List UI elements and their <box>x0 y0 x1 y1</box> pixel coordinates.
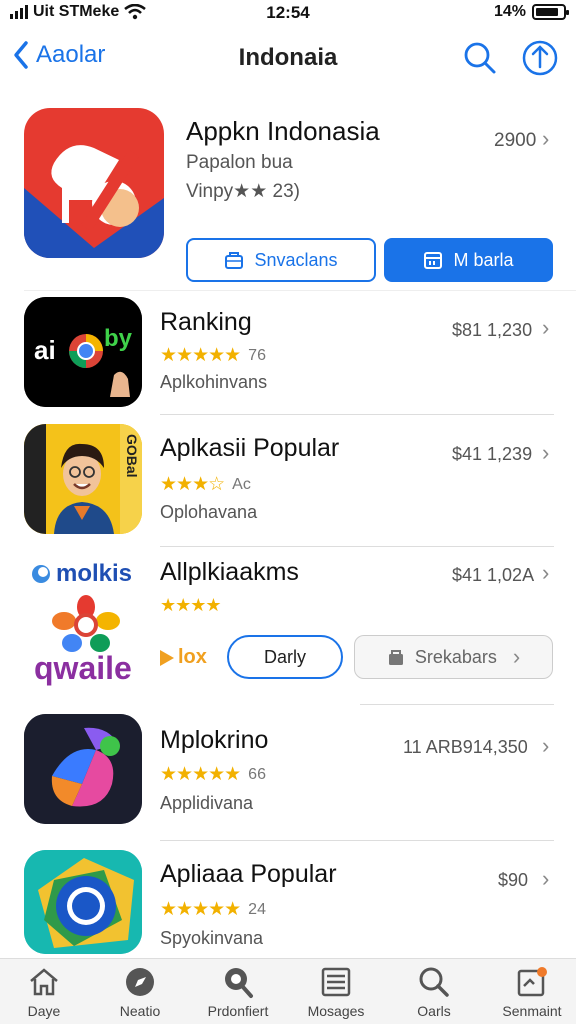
featured-app-title[interactable]: Appkn Indonasia <box>186 116 380 147</box>
app-title[interactable]: Apliaaa Popular <box>160 860 337 889</box>
featured-app-price: 2900 <box>494 130 537 151</box>
rating-count: 76 <box>248 346 266 364</box>
featured-primary-button[interactable]: M barla <box>384 238 553 282</box>
tab-label: Prdonfiert <box>207 1003 269 1019</box>
app-title[interactable]: Allplkiaakms <box>160 558 299 587</box>
app-subtitle: Aplkohinvans <box>160 372 268 392</box>
app-price: $41 1,239 <box>452 444 533 464</box>
tab-label: Daye <box>27 1003 61 1019</box>
app-rating: ★★★★★ 24 <box>160 898 266 921</box>
app-title[interactable]: Mplokrino <box>160 726 268 755</box>
battery-icon <box>532 4 569 20</box>
chevron-right-icon[interactable]: › <box>542 126 549 152</box>
app-rating: ★★★★★ 66 <box>160 763 266 786</box>
star-rating: ★★★★★ <box>160 899 241 920</box>
chevron-right-icon[interactable]: › <box>542 866 549 892</box>
search-icon[interactable] <box>462 40 498 76</box>
app-subtitle: Oplohavana <box>160 502 258 522</box>
search-badge-icon <box>225 968 253 998</box>
play-icon <box>160 649 174 666</box>
tab-neatio[interactable]: Neatio <box>92 965 188 1019</box>
app-price: $90 <box>498 870 529 890</box>
tab-prdonfiert[interactable]: Prdonfiert <box>190 965 286 1019</box>
nav-bar: Aaolar Indonaia <box>0 32 576 88</box>
tab-label: Mosages <box>307 1003 365 1019</box>
tab-mosages[interactable]: Mosages <box>288 965 384 1019</box>
app-icon-text-2: qwaile <box>34 650 132 686</box>
battery-percent: 14% <box>493 3 526 20</box>
app-rating: ★★★★ <box>160 595 222 616</box>
tab-label: Neatio <box>119 1003 161 1019</box>
star-rating: ★★★★★ <box>160 764 241 785</box>
app-grey-label: Srekabars <box>414 646 497 667</box>
tab-label: Oarls <box>417 1003 451 1019</box>
app-title[interactable]: Aplkasii Popular <box>160 434 339 463</box>
calendar-icon <box>424 252 443 269</box>
promo-tag: lox <box>160 646 207 669</box>
search-icon <box>419 967 449 997</box>
bag-icon <box>388 650 403 665</box>
app-subtitle: Applidivana <box>160 793 254 813</box>
app-grey-button[interactable]: Srekabars › <box>354 635 553 679</box>
chevron-right-icon[interactable]: › <box>542 560 549 586</box>
app-title[interactable]: Ranking <box>160 308 252 337</box>
tab-bar: Daye Neatio Prdonfiert Mosages Oarls Sen… <box>0 958 576 1024</box>
chevron-right-icon[interactable]: › <box>542 733 549 759</box>
battery-group: 14% <box>493 3 569 21</box>
app-icon-ranking[interactable]: ai by <box>24 297 142 407</box>
app-icon-popular[interactable]: GOBal <box>24 424 142 534</box>
divider <box>160 414 554 415</box>
tab-label: Senmaint <box>502 1003 562 1019</box>
app-icon-text: GOBal <box>124 434 140 478</box>
featured-secondary-label: Snvaclans <box>254 249 338 270</box>
app-logo-molkis[interactable]: molkis <box>30 560 132 588</box>
flower-icon <box>52 595 120 652</box>
featured-app-icon[interactable] <box>24 108 164 258</box>
featured-secondary-button[interactable]: Snvaclans <box>186 238 376 282</box>
app-icon-text: ai <box>34 335 56 365</box>
rating-count: 24 <box>248 900 266 918</box>
bag-icon <box>225 252 244 269</box>
app-rating: ★★★☆ Ac <box>160 473 251 496</box>
tab-senmaint[interactable]: Senmaint <box>484 965 576 1019</box>
rating-count: Ac <box>232 475 251 493</box>
star-rating: ★★★★★ <box>160 345 241 366</box>
app-price: $81 1,230 <box>452 320 533 340</box>
note-icon <box>517 967 547 997</box>
featured-app-rating: Vinpy★★ 23) <box>186 181 300 202</box>
app-icon-text-2: by <box>104 325 133 352</box>
rating-count: 66 <box>248 765 266 783</box>
home-icon <box>30 968 58 996</box>
tab-oarls[interactable]: Oarls <box>386 965 482 1019</box>
app-price: $41 1,02A <box>452 565 535 585</box>
divider <box>160 546 554 547</box>
app-action-label: Darly <box>263 646 306 667</box>
app-rating: ★★★★★ 76 <box>160 344 266 367</box>
chevron-right-icon: › <box>512 644 521 669</box>
star-rating: ★★★★ <box>160 595 222 615</box>
status-bar: Uit STMeke 12:54 14% <box>0 0 576 26</box>
app-icon-mplokrino[interactable] <box>24 714 142 824</box>
featured-primary-label: M barla <box>453 249 514 270</box>
featured-app-subtitle: Papalon bua <box>186 152 293 173</box>
app-action-button[interactable]: Darly <box>227 635 343 679</box>
divider <box>24 290 576 291</box>
app-icon-text: molkis <box>56 560 133 587</box>
divider <box>160 840 554 841</box>
promo-tag-label: lox <box>178 646 207 668</box>
divider <box>360 704 554 705</box>
list-icon <box>321 967 351 997</box>
compass-icon <box>126 968 154 996</box>
tab-daye[interactable]: Daye <box>0 965 92 1019</box>
app-icon-popular-2[interactable] <box>24 850 142 954</box>
star-rating: ★★★☆ <box>160 474 225 495</box>
app-price: 11 ARB914,350 <box>403 737 528 757</box>
circle-logo-icon <box>32 565 50 583</box>
share-icon[interactable] <box>520 38 560 78</box>
chevron-right-icon[interactable]: › <box>542 315 549 341</box>
chevron-right-icon[interactable]: › <box>542 440 549 466</box>
clock: 12:54 <box>266 3 310 22</box>
app-subtitle: Spyokinvana <box>160 928 264 948</box>
